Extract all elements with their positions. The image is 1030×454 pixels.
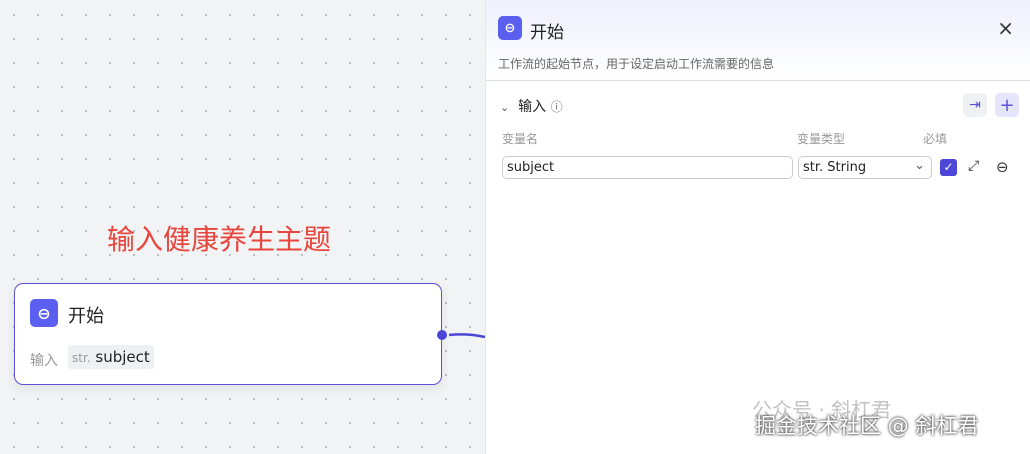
watermark-line2: 掘金技术社区 @ 斜杠君 (755, 414, 979, 438)
node-variable-tag: str. subject (68, 345, 154, 369)
node-output-port[interactable] (437, 330, 447, 340)
panel-description: 工作流的起始节点，用于设定启动工作流需要的信息 (498, 57, 775, 71)
node-input-label: 输入 (30, 353, 58, 369)
chevron-down-icon: ⌄ (500, 101, 510, 114)
chevron-down-icon: ⌄ (914, 158, 925, 173)
input-section-toggle[interactable]: ⌄ 输入 ⓘ (500, 96, 563, 116)
column-header-type: 变量类型 (797, 132, 846, 146)
start-icon: ⊖ (30, 299, 58, 327)
section-label: 输入 (518, 99, 547, 115)
required-checkbox[interactable]: ✓ (940, 159, 957, 176)
start-icon: ⊖ (498, 16, 522, 40)
info-icon: ⓘ (550, 100, 563, 114)
variable-type-select[interactable]: str. String ⌄ (798, 156, 932, 179)
canvas-annotation: 输入健康养生主题 (107, 223, 332, 256)
panel-title: 开始 (530, 23, 564, 43)
close-icon[interactable]: × (997, 16, 1014, 40)
variable-name-input[interactable]: subject (502, 156, 793, 179)
edge-connector (448, 333, 486, 339)
node-config-panel: ⊖ 开始 × 工作流的起始节点，用于设定启动工作流需要的信息 ⌄ 输入 ⓘ ⇥ … (485, 0, 1030, 454)
node-title: 开始 (68, 306, 104, 327)
remove-icon[interactable]: ⊖ (996, 158, 1009, 176)
add-variable-button[interactable]: + (995, 93, 1019, 117)
panel-header: ⊖ 开始 × 工作流的起始节点，用于设定启动工作流需要的信息 (486, 0, 1030, 81)
start-node[interactable]: ⊖ 开始 输入 str. subject (14, 283, 442, 385)
column-header-required: 必填 (923, 132, 948, 146)
expand-icon[interactable]: ⤢ (968, 158, 979, 174)
column-header-name: 变量名 (502, 132, 539, 146)
import-icon[interactable]: ⇥ (963, 93, 987, 117)
